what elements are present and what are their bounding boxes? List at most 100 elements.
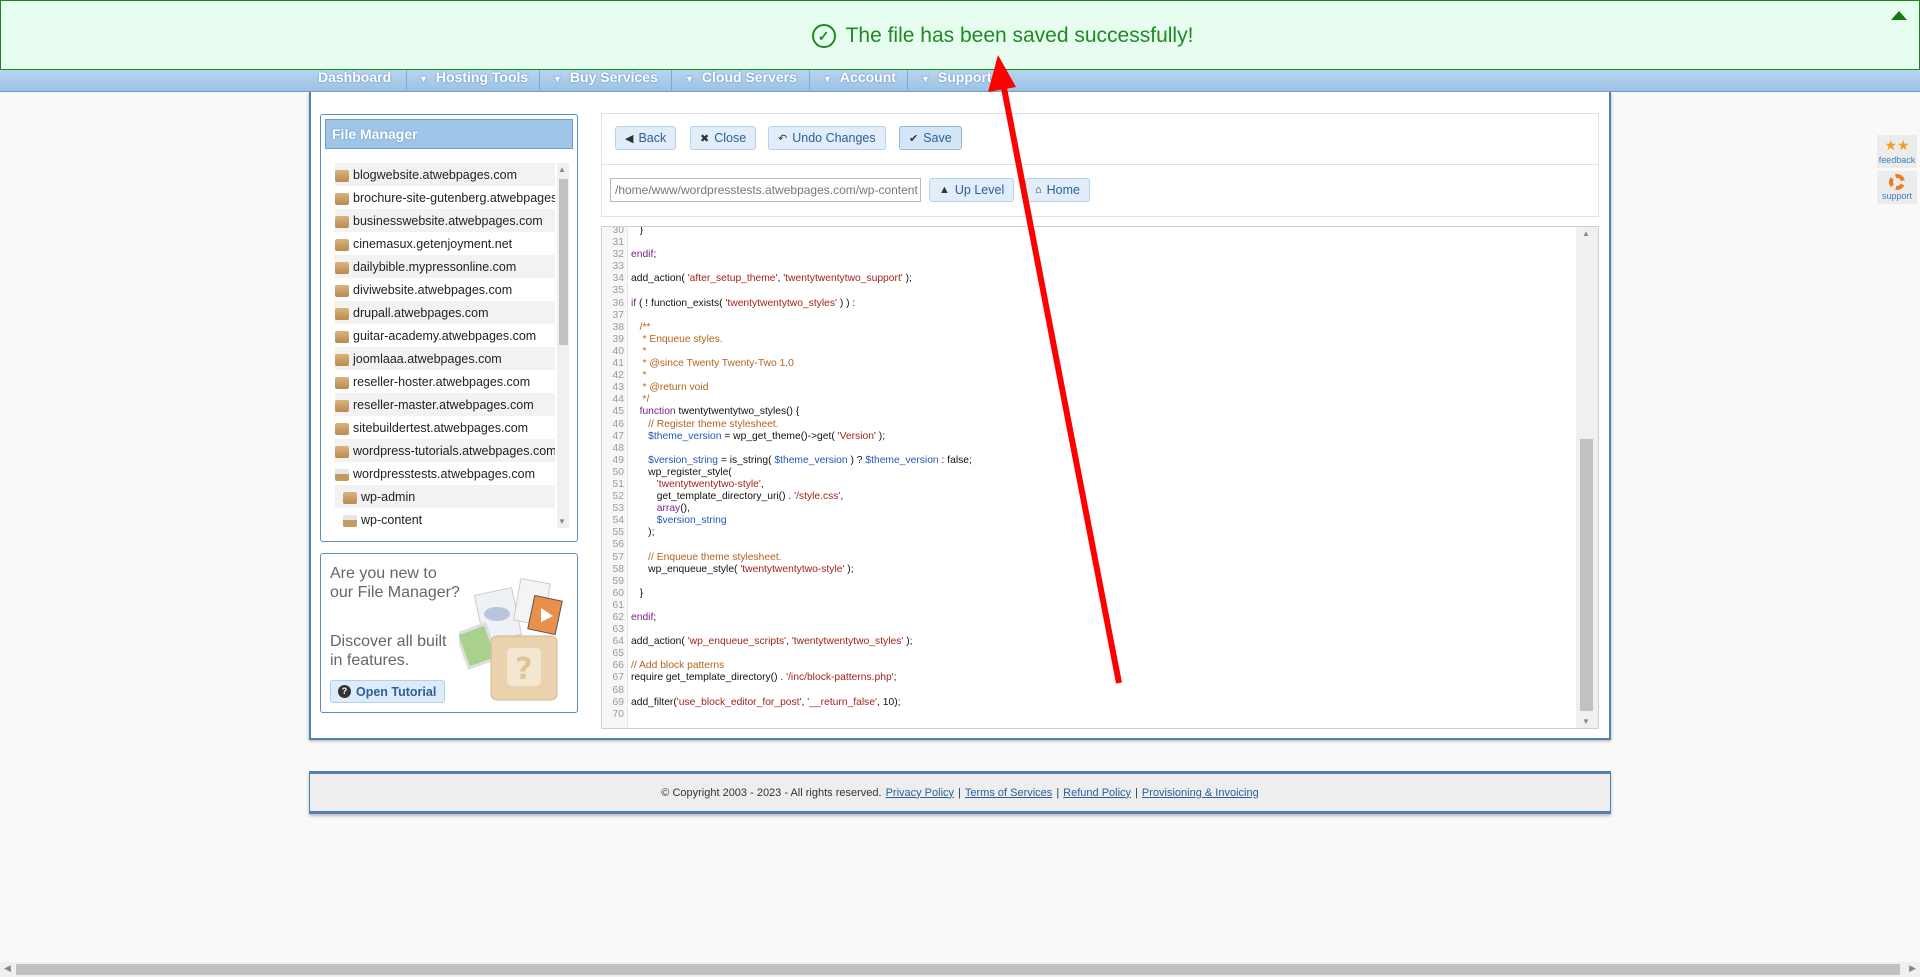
- nav-dashboard[interactable]: Dashboard: [318, 70, 391, 92]
- folder-item[interactable]: blogwebsite.atwebpages.com: [335, 163, 555, 186]
- privacy-policy-link[interactable]: Privacy Policy: [886, 787, 954, 799]
- code-token: array: [631, 503, 681, 515]
- code-editor[interactable]: 30 } 31 32 endif; 33 34 add_action( 'after_set…: [601, 226, 1599, 729]
- folder-name: businesswebsite.atwebpages.com: [353, 213, 543, 228]
- arrow-up-icon: ▲: [939, 184, 950, 196]
- folder-item[interactable]: wordpresstests.atwebpages.com: [335, 462, 555, 485]
- up-level-button[interactable]: ▲ Up Level: [929, 178, 1015, 202]
- code-token: // Enqueue theme stylesheet.: [631, 551, 782, 563]
- code-line: 35: [602, 285, 1572, 297]
- scroll-left-icon[interactable]: ◀: [4, 963, 11, 974]
- code-line: 54 $version_string: [602, 515, 1572, 527]
- folder-item[interactable]: reseller-hoster.atwebpages.com: [335, 370, 555, 393]
- close-button[interactable]: ✖ Close: [690, 126, 757, 150]
- code-token: }: [631, 226, 644, 236]
- folder-item[interactable]: sitebuildertest.atwebpages.com: [335, 416, 555, 439]
- dropdown-triangle-icon: ▼: [553, 74, 562, 84]
- line-number: 32: [612, 249, 624, 261]
- feedback-button[interactable]: ★★ feedback: [1877, 135, 1917, 168]
- code-token: );: [875, 430, 886, 442]
- line-number: 64: [612, 636, 624, 648]
- code-token: *: [631, 370, 647, 382]
- code-content[interactable]: 30 } 31 32 endif; 33 34 add_action( 'after_set…: [602, 226, 1572, 721]
- code-token: 'after_setup_theme': [687, 273, 778, 285]
- question-bubble-icon: ?: [338, 685, 351, 698]
- nav-support[interactable]: ▼ Support: [921, 70, 992, 92]
- line-text: add_filter('use_block_editor_for_post' , …: [626, 697, 900, 709]
- code-line: 65: [602, 648, 1572, 660]
- code-line: 69 add_filter('use_block_editor_for_post'…: [602, 697, 1572, 709]
- nav-account[interactable]: ▼ Account: [823, 70, 896, 92]
- path-input[interactable]: /home/www/wordpresstests.atwebpages.com/…: [610, 178, 921, 202]
- horizontal-scrollbar[interactable]: ◀ ▶: [0, 962, 1920, 977]
- folder-name: diviwebsite.atwebpages.com: [353, 282, 513, 297]
- folder-item[interactable]: wp-content: [335, 508, 555, 528]
- tree-scrollbar[interactable]: ▲ ▼: [557, 163, 569, 528]
- code-line: 68: [602, 685, 1572, 697]
- folder-item[interactable]: wp-admin: [335, 485, 555, 508]
- folder-name: joomlaaa.atwebpages.com: [353, 351, 502, 366]
- folder-item[interactable]: wordpress-tutorials.atwebpages.com: [335, 439, 555, 462]
- footer: © Copyright 2003 - 2023 - All rights res…: [309, 771, 1611, 814]
- terms-of-services-link[interactable]: Terms of Services: [965, 787, 1052, 799]
- code-token: 'Version': [837, 430, 876, 442]
- code-line: 55 );: [602, 527, 1572, 539]
- code-line: 59: [602, 576, 1572, 588]
- line-number: 42: [612, 370, 624, 382]
- folder-item[interactable]: joomlaaa.atwebpages.com: [335, 347, 555, 370]
- code-line: 39 * Enqueue styles.: [602, 334, 1572, 346]
- folder-item[interactable]: dailybible.mypressonline.com: [335, 255, 555, 278]
- code-token: * @since Twenty Twenty-Two 1.0: [631, 358, 794, 370]
- support-button[interactable]: support: [1877, 171, 1917, 204]
- tree-scroll-thumb[interactable]: [559, 179, 568, 345]
- scroll-up-icon[interactable]: ▲: [558, 165, 566, 174]
- line-text: array(),: [626, 503, 690, 515]
- code-line: 31: [602, 237, 1572, 249]
- scroll-down-icon[interactable]: ▼: [1582, 717, 1590, 726]
- nav-buy-services[interactable]: ▼ Buy Services: [553, 70, 658, 92]
- back-button[interactable]: ◀ Back: [615, 126, 677, 150]
- folder-item[interactable]: guitar-academy.atwebpages.com: [335, 324, 555, 347]
- code-line: 70: [602, 709, 1572, 721]
- line-text: endif;: [626, 249, 656, 261]
- code-token: 'twentytwentytwo_styles': [725, 297, 837, 309]
- undo-changes-button[interactable]: ↶ Undo Changes: [768, 126, 886, 150]
- folder-item[interactable]: cinemasux.getenjoyment.net: [335, 232, 555, 255]
- line-text: [626, 648, 631, 660]
- code-token: );: [631, 527, 655, 539]
- editor-scroll-thumb[interactable]: [1580, 439, 1593, 711]
- scroll-up-icon[interactable]: ▲: [1582, 229, 1590, 238]
- line-number: 31: [612, 237, 624, 249]
- code-line: 66 // Add block patterns: [602, 660, 1572, 672]
- open-tutorial-button[interactable]: ? Open Tutorial: [330, 680, 445, 703]
- nav-cloud-servers[interactable]: ▼ Cloud Servers: [685, 70, 797, 92]
- folder-icon: [335, 215, 349, 228]
- editor-scrollbar[interactable]: ▲ ▼: [1576, 227, 1598, 728]
- provisioning-invoicing-link[interactable]: Provisioning & Invoicing: [1142, 787, 1259, 799]
- folder-item[interactable]: reseller-master.atwebpages.com: [335, 393, 555, 416]
- line-text: *: [626, 370, 646, 382]
- line-text: wp_enqueue_style( 'twentytwentytwo-style…: [626, 564, 853, 576]
- folder-item[interactable]: businesswebsite.atwebpages.com: [335, 209, 555, 232]
- refund-policy-link[interactable]: Refund Policy: [1063, 787, 1131, 799]
- folder-item[interactable]: drupall.atwebpages.com: [335, 301, 555, 324]
- scroll-right-icon[interactable]: ▶: [1909, 963, 1916, 974]
- folder-item[interactable]: diviwebsite.atwebpages.com: [335, 278, 555, 301]
- save-button[interactable]: ✔ Save: [899, 126, 962, 150]
- folder-item[interactable]: brochure-site-gutenberg.atwebpages.com: [335, 186, 555, 209]
- folder-open-icon: [335, 468, 349, 481]
- code-token: add_action(: [631, 636, 688, 648]
- nav-hosting-tools[interactable]: ▼ Hosting Tools: [419, 70, 528, 92]
- code-line: 33: [602, 261, 1572, 273]
- folder-icon: [335, 353, 349, 366]
- line-text: // Add block patterns: [626, 660, 724, 672]
- code-token: require get_template_directory() .: [631, 672, 787, 684]
- scroll-down-icon[interactable]: ▼: [558, 517, 566, 526]
- home-button[interactable]: ⌂ Home: [1025, 178, 1090, 202]
- collapse-banner-icon[interactable]: [1891, 11, 1907, 20]
- folder-icon: [335, 445, 349, 458]
- code-token: * Enqueue styles.: [631, 333, 723, 345]
- folder-name: sitebuildertest.atwebpages.com: [353, 420, 529, 435]
- horizontal-scroll-thumb[interactable]: [16, 964, 1900, 975]
- line-text: [626, 709, 631, 721]
